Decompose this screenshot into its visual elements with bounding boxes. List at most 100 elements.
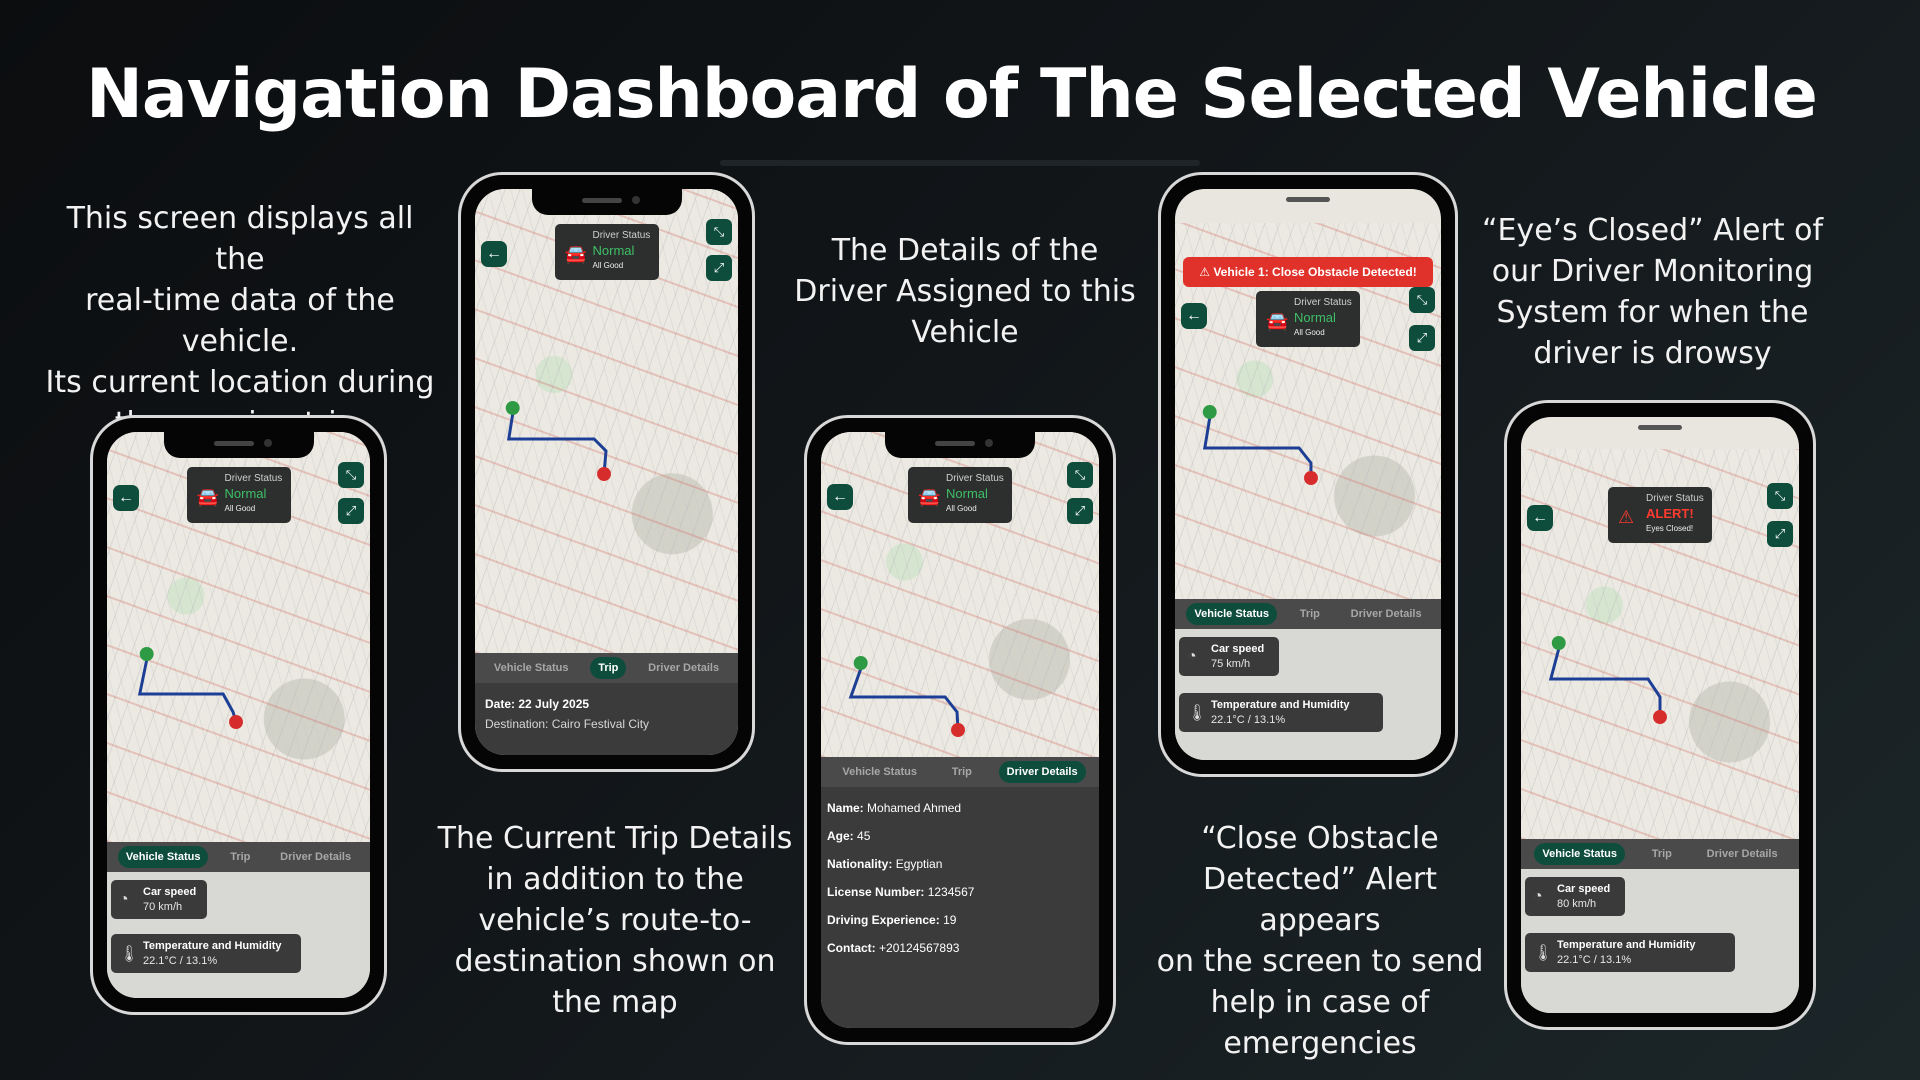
driver-status-card: 🚘 Driver Status Normal All Good (908, 467, 1012, 523)
caption-driver: The Details of the Driver Assigned to th… (794, 233, 1136, 350)
expand-icon: ⤢ (713, 260, 725, 275)
arrow-left-icon: ← (118, 489, 134, 506)
caption-obstacle: “Close Obstacle Detected” Alert appears … (1156, 821, 1484, 1061)
tab-trip[interactable]: Trip (944, 761, 980, 783)
warning-icon: ⚠ (1618, 507, 1635, 527)
phone-speaker (1286, 197, 1330, 202)
driver-license-row: License Number: 1234567 (827, 885, 1093, 899)
tab-driver-details[interactable]: Driver Details (272, 846, 359, 868)
expand-button[interactable]: ⤢ (706, 255, 732, 281)
tab-driver-details[interactable]: Driver Details (1699, 843, 1786, 865)
driver-status-note: All Good (592, 261, 624, 270)
back-button[interactable]: ← (1527, 505, 1553, 531)
phone-screen: ← ⚠ Driver Status ALERT! Eyes Closed! ⤡ … (1521, 417, 1799, 1013)
driver-experience-label: Driving Experience: (827, 913, 940, 927)
driver-name-label: Name: (827, 801, 864, 815)
driver-nationality-row: Nationality: Egyptian (827, 857, 1093, 871)
driver-status-note: All Good (1294, 328, 1325, 337)
speed-value: 70 km/h (143, 901, 183, 913)
temp-label: Temperature and Humidity (1211, 699, 1350, 711)
temp-label: Temperature and Humidity (143, 940, 282, 952)
tab-trip[interactable]: Trip (590, 657, 627, 679)
phone-vehicle-status: ← 🚘 Driver Status Normal All Good ⤡ ⤢ Ve… (90, 415, 387, 1015)
tab-driver-details[interactable]: Driver Details (1343, 603, 1430, 625)
driver-status-card: 🚘 Driver Status Normal All Good (186, 467, 291, 523)
back-button[interactable]: ← (481, 241, 507, 267)
collapse-button[interactable]: ⤡ (338, 462, 364, 488)
driver-contact: +20124567893 (879, 941, 960, 955)
driver-status-title: Driver Status (1646, 493, 1704, 504)
collapse-button[interactable]: ⤡ (706, 219, 732, 245)
tab-driver-details[interactable]: Driver Details (998, 761, 1086, 783)
tab-bar: Vehicle Status Trip Driver Details (475, 653, 738, 683)
map[interactable]: ← 🚘 Driver Status Normal All Good ⤡ ⤢ (107, 432, 370, 842)
speed-label: Car speed (1557, 883, 1611, 895)
collapse-button[interactable]: ⤡ (1067, 462, 1093, 488)
speed-box: ◔ Car speed 70 km/h (111, 880, 207, 919)
driver-panel: Name: Mohamed Ahmed Age: 45 Nationality:… (821, 787, 1099, 1028)
tab-trip[interactable]: Trip (222, 846, 258, 868)
driver-age-label: Age: (827, 829, 854, 843)
collapse-button[interactable]: ⤡ (1409, 287, 1435, 313)
expand-icon: ⤢ (1774, 526, 1786, 541)
driver-alert-note: Eyes Closed! (1646, 524, 1694, 533)
speed-box: ◔ Car speed 80 km/h (1525, 877, 1625, 916)
trip-panel: Date: 22 July 2025 Destination: Cairo Fe… (475, 683, 738, 755)
map[interactable]: ← 🚘 Driver Status Normal All Good ⤡ ⤢ (821, 432, 1099, 757)
expand-button[interactable]: ⤢ (338, 498, 364, 524)
phone-driver-details: ← 🚘 Driver Status Normal All Good ⤡ ⤢ Ve… (804, 415, 1116, 1045)
tab-vehicle-status[interactable]: Vehicle Status (834, 761, 925, 783)
driver-status-card: 🚘 Driver Status Normal All Good (554, 224, 659, 280)
driver-contact-label: Contact: (827, 941, 876, 955)
collapse-icon: ⤡ (1416, 292, 1428, 307)
phone-notch (163, 432, 314, 458)
tab-driver-details[interactable]: Driver Details (640, 657, 727, 679)
tab-vehicle-status[interactable]: Vehicle Status (486, 657, 577, 679)
collapse-icon: ⤡ (1074, 467, 1086, 482)
tab-vehicle-status[interactable]: Vehicle Status (1534, 843, 1625, 865)
phone-screen: ← 🚘 Driver Status Normal All Good ⤡ ⤢ Ve… (107, 432, 370, 998)
phone-obstacle-alert: ⚠ Vehicle 1: Close Obstacle Detected! ← … (1158, 172, 1458, 777)
collapse-button[interactable]: ⤡ (1767, 483, 1793, 509)
driver-status-value: Normal (592, 243, 635, 258)
phone-notch (531, 189, 682, 215)
map[interactable]: ← 🚘 Driver Status Normal All Good ⤡ ⤢ (475, 189, 738, 653)
expand-button[interactable]: ⤢ (1067, 498, 1093, 524)
collapse-icon: ⤡ (713, 224, 725, 239)
car-icon: 🚘 (1266, 311, 1289, 331)
caption-vehicle-status: This screen displays all the real-time d… (45, 201, 435, 441)
trip-destination: Destination: Cairo Festival City (485, 717, 650, 731)
driver-name-row: Name: Mohamed Ahmed (827, 801, 1093, 815)
map[interactable]: ← ⚠ Driver Status ALERT! Eyes Closed! ⤡ … (1521, 449, 1799, 839)
expand-icon: ⤢ (1416, 330, 1428, 345)
expand-icon: ⤢ (345, 503, 357, 518)
tab-trip[interactable]: Trip (1292, 603, 1328, 625)
tab-vehicle-status[interactable]: Vehicle Status (1186, 603, 1277, 625)
temp-box: 🌡 Temperature and Humidity 22.1°C / 13.1… (111, 934, 301, 973)
tab-vehicle-status[interactable]: Vehicle Status (117, 846, 209, 868)
map[interactable]: ⚠ Vehicle 1: Close Obstacle Detected! ← … (1175, 223, 1441, 613)
car-icon: 🚘 (918, 487, 941, 507)
driver-status-title: Driver Status (946, 473, 1004, 484)
driver-alert-status: ALERT! (1646, 506, 1694, 521)
collapse-icon: ⤡ (345, 467, 357, 482)
driver-status-value: Normal (946, 486, 988, 501)
speed-label: Car speed (1211, 643, 1265, 655)
car-icon: 🚘 (564, 244, 587, 264)
driver-status-value: Normal (1294, 310, 1336, 325)
back-button[interactable]: ← (113, 485, 139, 511)
back-button[interactable]: ← (1181, 303, 1207, 329)
speedometer-icon: ◔ (1187, 647, 1197, 665)
driver-name: Mohamed Ahmed (867, 801, 962, 815)
driver-status-card-alert: ⚠ Driver Status ALERT! Eyes Closed! (1608, 487, 1712, 543)
expand-button[interactable]: ⤢ (1767, 521, 1793, 547)
expand-icon: ⤢ (1074, 503, 1086, 518)
expand-button[interactable]: ⤢ (1409, 325, 1435, 351)
back-button[interactable]: ← (827, 484, 853, 510)
temp-value: 22.1°C / 13.1% (1211, 714, 1286, 726)
driver-license: 1234567 (927, 885, 975, 899)
tab-trip[interactable]: Trip (1644, 843, 1680, 865)
driver-nationality-label: Nationality: (827, 857, 893, 871)
vehicle-panel: ◔ Car speed 70 km/h 🌡 Temperature and Hu… (107, 872, 370, 998)
warning-icon: ⚠ (1199, 265, 1210, 279)
